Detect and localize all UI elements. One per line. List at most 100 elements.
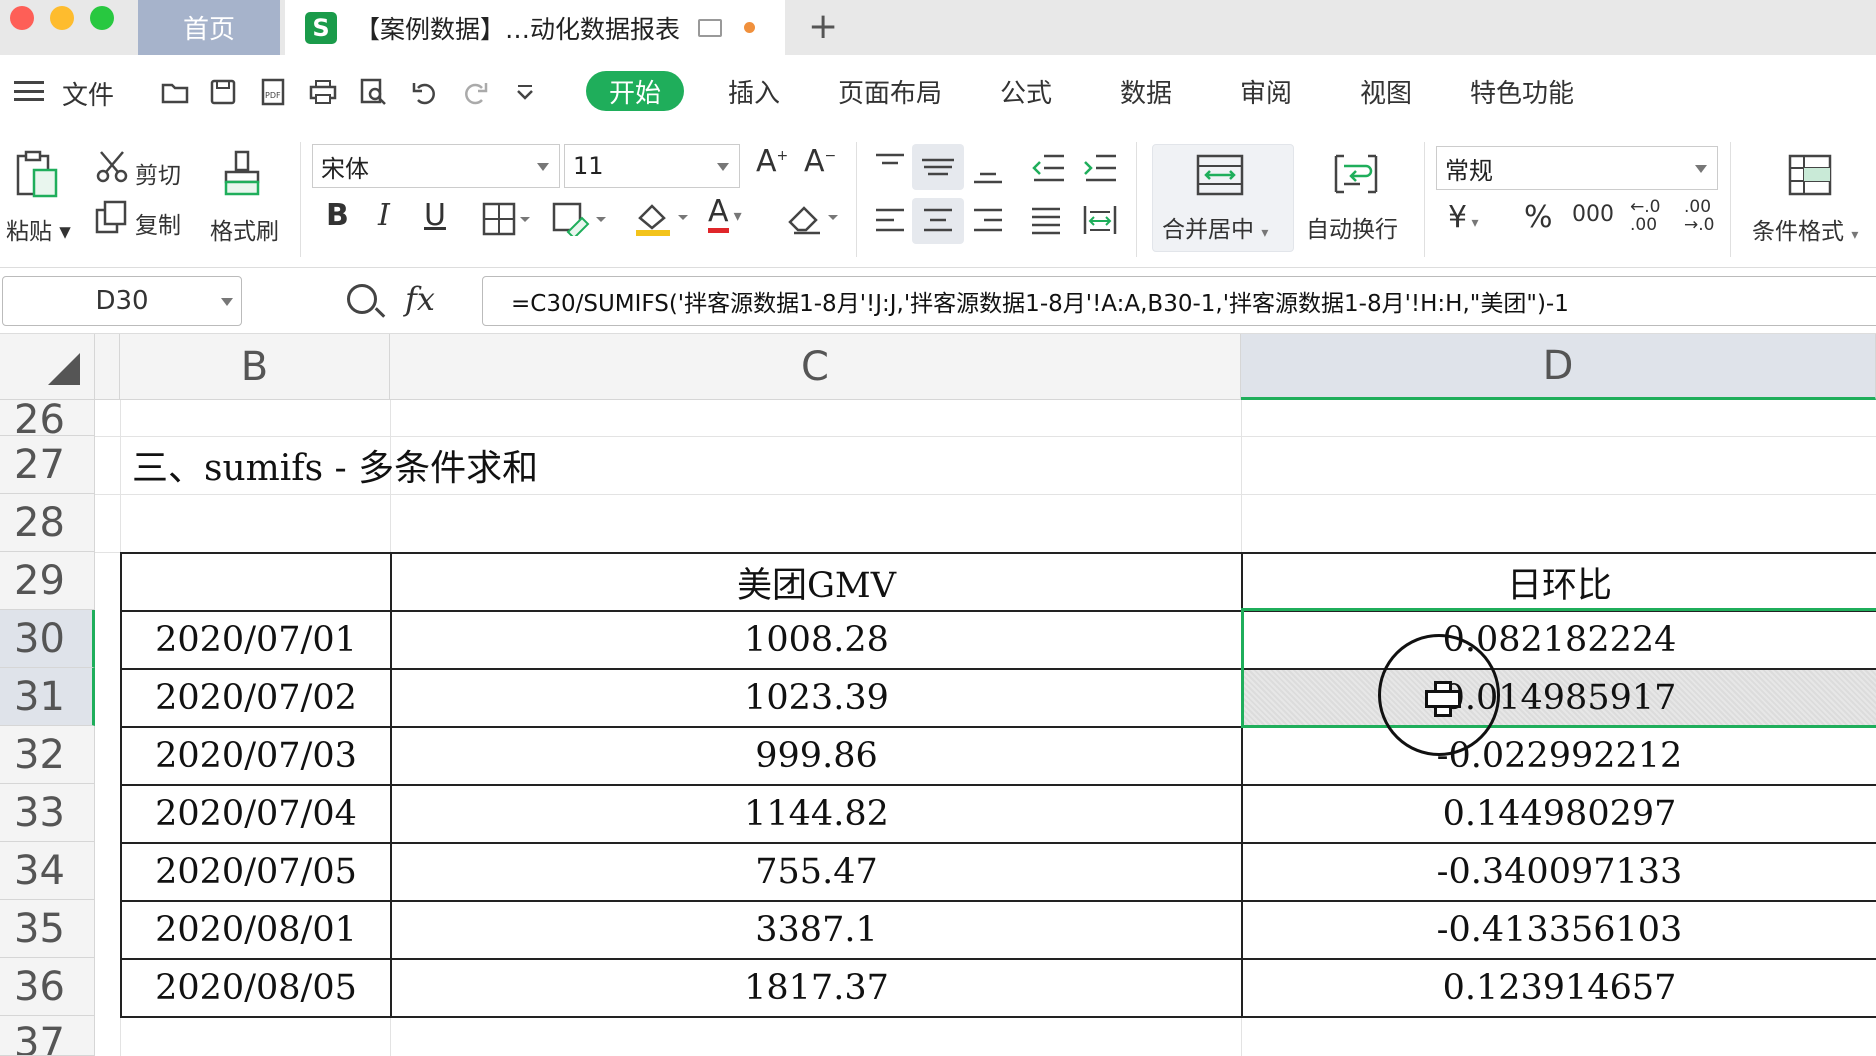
row-header-29[interactable]: 29 — [0, 552, 95, 610]
menu-review[interactable]: 审阅 — [1240, 73, 1292, 110]
font-color-button[interactable]: A ▾ — [708, 196, 742, 233]
present-icon[interactable] — [698, 18, 723, 37]
menu-start[interactable]: 开始 — [586, 71, 684, 111]
align-top-icon[interactable] — [874, 152, 906, 188]
format-painter-icon[interactable] — [222, 150, 262, 204]
distributed-align-icon[interactable] — [1082, 204, 1118, 242]
name-box[interactable]: D30 — [2, 276, 242, 326]
percent-format-button[interactable]: % — [1524, 200, 1553, 235]
conditional-format-icon[interactable] — [1788, 154, 1832, 202]
currency-format-button[interactable]: ¥ ▾ — [1448, 200, 1479, 235]
ratio-cell[interactable]: 0.123914657 — [1243, 960, 1876, 1016]
find-icon[interactable] — [347, 284, 377, 314]
menu-special-features[interactable]: 特色功能 — [1470, 73, 1574, 110]
date-cell[interactable]: 2020/07/03 — [122, 728, 390, 784]
paste-button[interactable]: 粘贴 ▾ — [6, 212, 71, 246]
menu-view[interactable]: 视图 — [1360, 73, 1412, 110]
clear-format-button[interactable] — [786, 200, 842, 242]
conditional-format-button[interactable]: 条件格式 ▾ — [1752, 212, 1858, 246]
align-center-icon[interactable] — [912, 198, 964, 244]
header-ratio-cell[interactable]: 日环比 — [1243, 554, 1876, 610]
gmv-cell[interactable]: 1144.82 — [392, 786, 1241, 842]
zoom-window-button[interactable] — [90, 6, 114, 30]
row-header-27[interactable]: 27 — [0, 436, 95, 494]
date-cell[interactable]: 2020/08/01 — [122, 902, 390, 958]
open-folder-icon[interactable] — [160, 77, 190, 107]
wrap-text-button[interactable]: 自动换行 — [1306, 210, 1398, 244]
justify-icon[interactable] — [1030, 206, 1062, 242]
copy-icon[interactable] — [95, 200, 129, 240]
grow-font-button[interactable]: A+ — [756, 144, 788, 179]
column-header-b[interactable]: B — [120, 334, 390, 400]
ratio-cell[interactable]: -0.413356103 — [1243, 902, 1876, 958]
menu-insert[interactable]: 插入 — [728, 73, 780, 110]
underline-button[interactable]: U — [424, 198, 446, 233]
cell-style-button[interactable] — [552, 202, 608, 242]
ratio-cell[interactable]: -0.340097133 — [1243, 844, 1876, 900]
add-tab-button[interactable]: + — [808, 6, 838, 47]
italic-button[interactable]: I — [378, 198, 390, 233]
menu-data[interactable]: 数据 — [1120, 73, 1172, 110]
section-title-cell[interactable]: 三、sumifs - 多条件求和 — [120, 436, 1020, 494]
save-icon[interactable] — [208, 77, 238, 107]
column-header-c[interactable]: C — [390, 334, 1241, 400]
shrink-font-button[interactable]: A− — [804, 144, 836, 179]
gmv-cell[interactable]: 3387.1 — [392, 902, 1241, 958]
column-header-d[interactable]: D — [1241, 334, 1876, 400]
cut-icon[interactable] — [95, 150, 129, 190]
format-painter-button[interactable]: 格式刷 — [210, 212, 279, 246]
bold-button[interactable]: B — [326, 198, 349, 233]
fill-color-button[interactable] — [634, 200, 690, 244]
borders-button[interactable] — [482, 202, 532, 242]
print-icon[interactable] — [308, 77, 338, 107]
wrap-text-icon[interactable] — [1332, 152, 1380, 202]
merge-center-button[interactable]: 合并居中 ▾ — [1162, 210, 1268, 244]
redo-icon[interactable] — [460, 77, 490, 107]
merge-center-icon[interactable] — [1196, 154, 1244, 202]
header-gmv-cell[interactable]: 美团GMV — [392, 554, 1241, 610]
decrease-indent-icon[interactable] — [1030, 152, 1066, 190]
spreadsheet-grid[interactable]: B C D 26 27 28 29 30 31 32 33 34 35 36 3… — [0, 334, 1876, 1056]
gmv-cell[interactable]: 1008.28 — [392, 612, 1241, 668]
select-all-corner[interactable] — [0, 334, 95, 400]
font-name-select[interactable]: 宋体 — [312, 144, 560, 188]
increase-indent-icon[interactable] — [1082, 152, 1118, 190]
row-header-33[interactable]: 33 — [0, 784, 95, 842]
minimize-window-button[interactable] — [50, 6, 74, 30]
close-window-button[interactable] — [10, 6, 34, 30]
gmv-cell[interactable]: 1817.37 — [392, 960, 1241, 1016]
row-header-34[interactable]: 34 — [0, 842, 95, 900]
formula-input[interactable]: =C30/SUMIFS('拌客源数据1-8月'!J:J,'拌客源数据1-8月'!… — [482, 276, 1876, 326]
align-bottom-icon[interactable] — [972, 154, 1004, 192]
paste-icon[interactable] — [14, 150, 60, 206]
row-header-35[interactable]: 35 — [0, 900, 95, 958]
number-format-select[interactable]: 常规 — [1436, 146, 1718, 190]
menu-formulas[interactable]: 公式 — [1000, 73, 1052, 110]
column-header-a[interactable] — [95, 334, 120, 400]
gmv-cell[interactable]: 999.86 — [392, 728, 1241, 784]
menu-page-layout[interactable]: 页面布局 — [838, 73, 942, 110]
row-header-31[interactable]: 31 — [0, 668, 95, 726]
date-cell[interactable]: 2020/07/04 — [122, 786, 390, 842]
row-header-26[interactable]: 26 — [0, 400, 95, 436]
tab-home[interactable]: 首页 — [138, 0, 280, 55]
row-header-32[interactable]: 32 — [0, 726, 95, 784]
copy-button[interactable]: 复制 — [135, 206, 181, 240]
customize-toolbar-icon[interactable] — [510, 77, 540, 107]
date-cell[interactable]: 2020/07/05 — [122, 844, 390, 900]
decrease-decimal-button[interactable]: .00 →.0 — [1684, 198, 1728, 234]
font-size-select[interactable]: 11 — [564, 144, 740, 188]
insert-function-icon[interactable]: fx — [405, 280, 435, 318]
cut-button[interactable]: 剪切 — [135, 156, 181, 190]
gmv-cell[interactable]: 755.47 — [392, 844, 1241, 900]
undo-icon[interactable] — [410, 77, 440, 107]
align-left-icon[interactable] — [874, 206, 906, 242]
row-header-37[interactable]: 37 — [0, 1016, 95, 1056]
date-cell[interactable]: 2020/08/05 — [122, 960, 390, 1016]
thousands-separator-button[interactable]: 000 — [1572, 202, 1614, 227]
ratio-cell[interactable]: 0.144980297 — [1243, 786, 1876, 842]
increase-decimal-button[interactable]: ←.0 .00 — [1630, 198, 1674, 234]
gmv-cell[interactable]: 1023.39 — [392, 670, 1241, 726]
row-header-28[interactable]: 28 — [0, 494, 95, 552]
align-middle-icon[interactable] — [912, 144, 964, 190]
